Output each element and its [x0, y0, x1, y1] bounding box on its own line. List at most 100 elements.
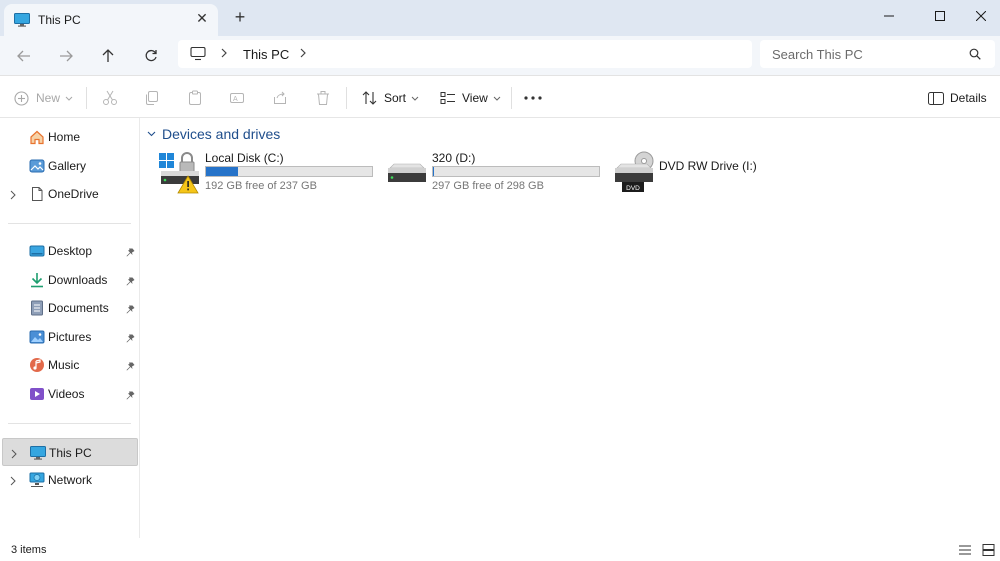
divider — [86, 87, 87, 109]
copy-button[interactable] — [142, 88, 162, 108]
sidebar-item-label: Pictures — [48, 330, 92, 344]
pin-icon[interactable] — [126, 275, 135, 289]
share-button[interactable] — [270, 88, 290, 108]
address-row: This PC — [0, 36, 1000, 76]
search-input[interactable] — [772, 45, 962, 63]
drive-c[interactable]: Local Disk (C:) 192 GB free of 237 GB — [159, 148, 381, 196]
tab-this-pc[interactable]: This PC ✕ — [4, 4, 218, 36]
view-layout-icon — [440, 92, 455, 104]
details-pane-icon — [928, 91, 944, 105]
rename-button[interactable]: A — [227, 88, 247, 108]
chevron-right-icon[interactable] — [11, 448, 17, 462]
back-button[interactable] — [12, 44, 36, 68]
music-icon — [29, 357, 45, 373]
sidebar-item-music[interactable]: Music — [2, 351, 138, 379]
tiles-view-icon — [982, 544, 995, 556]
pin-icon[interactable] — [126, 303, 135, 317]
close-tab-icon[interactable]: ✕ — [194, 10, 210, 26]
close-button[interactable] — [958, 0, 1000, 32]
system-drive-warning-icon — [159, 151, 201, 195]
group-header-devices[interactable]: Devices and drives — [147, 126, 280, 142]
command-bar: New A Sort View Details — [0, 77, 1000, 118]
sidebar-item-documents[interactable]: Documents — [2, 294, 138, 322]
forward-button[interactable] — [54, 44, 78, 68]
details-view-button[interactable] — [958, 544, 972, 556]
cut-button[interactable] — [100, 88, 120, 108]
new-tab-button[interactable]: + — [231, 8, 249, 26]
tiles-view-button[interactable] — [982, 544, 996, 556]
sort-label: Sort — [384, 91, 407, 105]
chevron-right-icon[interactable] — [220, 47, 228, 61]
arrow-up-icon — [102, 49, 114, 62]
svg-text:A: A — [233, 96, 238, 103]
maximize-button[interactable] — [917, 0, 963, 32]
sort-icon — [362, 91, 377, 105]
sidebar-item-label: Downloads — [48, 273, 108, 287]
sidebar-item-label: Music — [48, 358, 80, 372]
drive-usage-bar — [432, 166, 600, 177]
drive-usage-fill — [206, 167, 238, 176]
address-bar[interactable]: This PC — [178, 40, 752, 68]
chevron-down-icon — [65, 96, 73, 101]
sidebar-item-desktop[interactable]: Desktop — [2, 237, 138, 265]
more-dots-icon — [524, 96, 542, 100]
arrow-left-icon — [17, 50, 30, 62]
sidebar-item-pictures[interactable]: Pictures — [2, 323, 138, 351]
sidebar-item-gallery[interactable]: Gallery — [2, 152, 138, 180]
navigation-pane: Home Gallery OneDrive Desktop Downloads — [0, 118, 140, 538]
hard-drive-icon — [386, 151, 428, 195]
delete-icon — [317, 91, 329, 105]
drive-name: 320 (D:) — [432, 151, 476, 165]
minimize-button[interactable] — [866, 0, 912, 32]
up-button[interactable] — [96, 44, 120, 68]
chevron-right-icon[interactable] — [299, 47, 307, 61]
videos-icon — [29, 386, 45, 402]
view-button[interactable]: View — [440, 87, 501, 109]
more-options-button[interactable] — [524, 87, 542, 109]
refresh-button[interactable] — [139, 44, 163, 68]
divider — [511, 87, 512, 109]
sidebar-item-network[interactable]: Network — [2, 466, 138, 494]
drive-d[interactable]: 320 (D:) 297 GB free of 298 GB — [386, 148, 608, 196]
status-bar: 3 items — [0, 538, 1000, 561]
divider — [8, 223, 131, 224]
sidebar-item-videos[interactable]: Videos — [2, 380, 138, 408]
details-pane-button[interactable]: Details — [928, 87, 987, 109]
sort-button[interactable]: Sort — [362, 87, 419, 109]
chevron-down-icon — [147, 131, 156, 137]
pc-monitor-icon — [30, 445, 46, 461]
home-icon — [29, 129, 45, 145]
pin-icon[interactable] — [126, 332, 135, 346]
search-icon[interactable] — [969, 48, 981, 63]
sidebar-item-label: This PC — [49, 446, 92, 460]
new-button[interactable]: New — [14, 87, 73, 109]
tab-title: This PC — [38, 13, 81, 27]
dvd-drive-icon: DVD — [613, 151, 655, 195]
pin-icon[interactable] — [126, 246, 135, 260]
desktop-folder-icon — [29, 243, 45, 259]
list-view-icon — [959, 545, 971, 555]
sidebar-item-home[interactable]: Home — [2, 123, 138, 151]
delete-button[interactable] — [313, 88, 333, 108]
drive-i[interactable]: DVD DVD RW Drive (I:) — [613, 148, 835, 196]
divider — [8, 423, 131, 424]
sidebar-item-label: Videos — [48, 387, 85, 401]
chevron-right-icon[interactable] — [10, 475, 16, 489]
pin-icon[interactable] — [126, 360, 135, 374]
document-outline-icon — [29, 186, 45, 202]
content-pane: Devices and drives Local Disk (C:) 192 G… — [141, 118, 1000, 538]
breadcrumb-this-pc[interactable]: This PC — [243, 47, 289, 62]
sidebar-item-downloads[interactable]: Downloads — [2, 266, 138, 294]
paste-button[interactable] — [185, 88, 205, 108]
sidebar-item-onedrive[interactable]: OneDrive — [2, 180, 138, 208]
view-label: View — [462, 91, 488, 105]
minimize-icon — [884, 15, 894, 17]
chevron-down-icon — [493, 96, 501, 101]
chevron-right-icon[interactable] — [10, 189, 16, 203]
sidebar-item-this-pc[interactable]: This PC — [2, 438, 138, 466]
search-box[interactable] — [760, 40, 995, 68]
drive-name: DVD RW Drive (I:) — [659, 159, 757, 173]
pin-icon[interactable] — [126, 389, 135, 403]
item-count: 3 items — [11, 544, 47, 556]
sidebar-item-label: Gallery — [48, 159, 87, 173]
